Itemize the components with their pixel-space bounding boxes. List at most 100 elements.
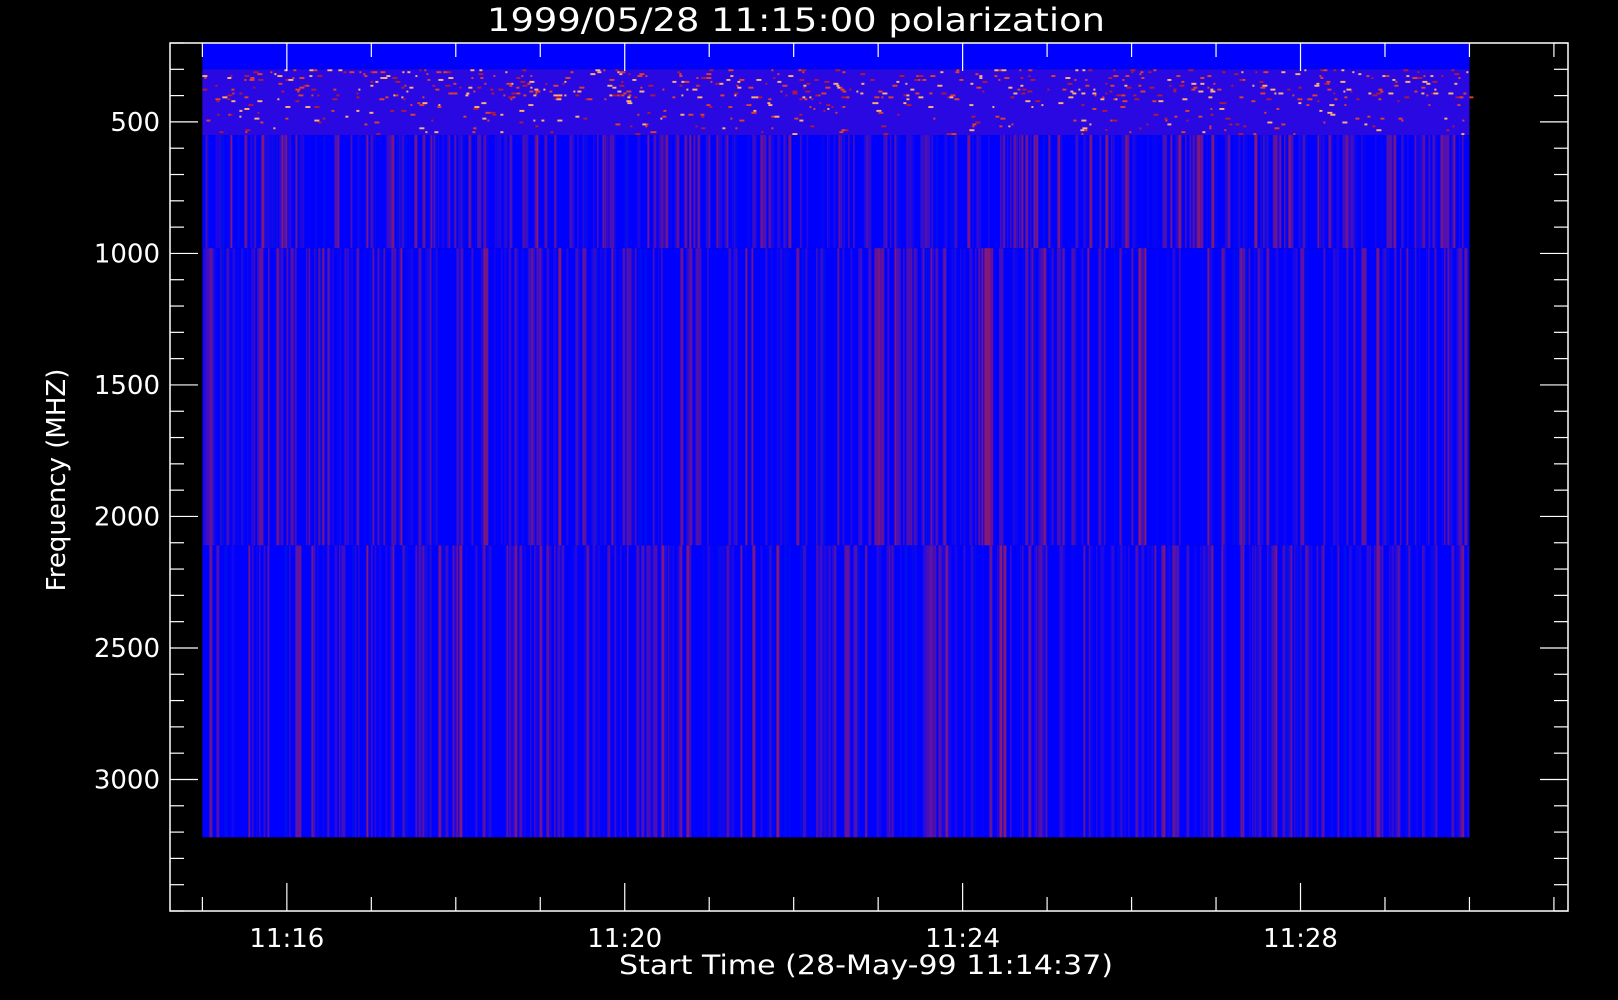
heatmap-speckle — [1319, 109, 1323, 112]
heatmap-stripe — [1406, 248, 1409, 546]
heatmap-speckle — [1371, 77, 1374, 79]
heatmap-stripe — [1275, 248, 1279, 546]
heatmap-stripe — [1304, 545, 1306, 838]
heatmap-speckle — [1341, 69, 1345, 72]
heatmap-stripe — [967, 135, 971, 249]
heatmap-speckle — [1130, 69, 1136, 72]
heatmap-stripe — [456, 248, 460, 546]
heatmap-speckle — [706, 77, 712, 79]
heatmap-stripe — [1323, 545, 1325, 838]
heatmap-speckle — [1001, 69, 1007, 72]
heatmap-speckle — [861, 82, 865, 85]
heatmap-speckle — [258, 78, 264, 81]
heatmap-stripe — [1410, 248, 1412, 546]
heatmap-speckle — [1078, 88, 1081, 91]
heatmap-speckle — [1266, 98, 1272, 101]
heatmap-speckle — [379, 98, 385, 101]
heatmap-stripe — [653, 545, 657, 838]
heatmap-speckle — [1102, 109, 1108, 112]
heatmap-stripe — [461, 135, 463, 249]
heatmap-speckle — [215, 84, 218, 87]
heatmap-speckle — [1222, 71, 1226, 74]
heatmap-stripe — [1386, 248, 1390, 546]
heatmap-speckle — [951, 133, 957, 136]
heatmap-stripe — [801, 135, 803, 249]
heatmap-stripe — [1033, 248, 1035, 546]
heatmap-speckle — [929, 92, 933, 95]
heatmap-speckle — [881, 125, 887, 128]
heatmap-speckle — [1385, 75, 1390, 78]
heatmap-stripe — [953, 248, 955, 546]
heatmap-speckle — [257, 73, 263, 76]
heatmap-speckle — [1394, 84, 1399, 87]
heatmap-speckle — [941, 92, 947, 95]
heatmap-stripe — [350, 248, 354, 546]
heatmap-speckle — [1174, 115, 1178, 118]
heatmap-speckle — [338, 69, 343, 72]
heatmap-stripe — [788, 545, 791, 838]
heatmap-stripe — [717, 545, 720, 838]
heatmap-stripe — [475, 135, 477, 249]
heatmap-speckle — [1120, 106, 1126, 108]
heatmap-speckle — [472, 131, 476, 134]
heatmap-stripe — [838, 135, 841, 249]
heatmap-speckle — [1191, 82, 1197, 85]
heatmap-speckle — [1358, 73, 1362, 76]
heatmap-speckle — [883, 133, 889, 136]
heatmap-stripe — [800, 545, 804, 838]
heatmap-stripe — [837, 248, 840, 546]
heatmap-stripe — [1072, 545, 1075, 838]
heatmap-speckle — [1140, 71, 1144, 74]
heatmap-stripe — [923, 248, 925, 546]
heatmap-speckle — [248, 104, 254, 107]
heatmap-speckle — [928, 106, 934, 108]
heatmap-stripe — [1013, 135, 1017, 249]
heatmap-speckle — [1008, 125, 1011, 128]
heatmap-stripe — [1064, 248, 1066, 546]
heatmap-stripe — [695, 248, 697, 546]
heatmap-stripe — [1353, 248, 1356, 546]
heatmap-stripe — [264, 135, 268, 249]
heatmap-stripe — [322, 248, 325, 546]
heatmap-stripe — [221, 248, 225, 546]
heatmap-speckle — [794, 117, 799, 120]
heatmap-stripe — [718, 135, 721, 249]
heatmap-speckle — [1084, 129, 1088, 132]
heatmap-stripe — [445, 545, 449, 838]
heatmap-speckle — [720, 94, 725, 97]
heatmap-stripe — [314, 248, 316, 546]
heatmap-stripe — [1405, 248, 1407, 546]
heatmap-stripe — [710, 545, 713, 838]
heatmap-stripe — [1002, 135, 1006, 249]
heatmap-speckle — [1388, 92, 1394, 95]
heatmap-speckle — [1441, 75, 1444, 78]
heatmap-stripe — [344, 248, 347, 546]
heatmap-stripe — [915, 545, 917, 838]
heatmap-speckle — [1173, 88, 1177, 91]
heatmap-stripe — [981, 248, 984, 546]
heatmap-speckle — [535, 125, 539, 128]
heatmap-stripe — [285, 135, 288, 249]
heatmap-stripe — [693, 135, 696, 249]
heatmap-stripe — [1298, 135, 1302, 249]
heatmap-speckle — [277, 98, 280, 101]
heatmap-speckle — [557, 119, 563, 122]
heatmap-stripe — [1422, 135, 1424, 249]
heatmap-speckle — [809, 96, 812, 99]
heatmap-stripe — [405, 248, 409, 546]
heatmap-stripe — [377, 248, 380, 546]
heatmap-stripe — [1428, 135, 1431, 249]
heatmap-stripe — [1205, 545, 1209, 838]
heatmap-stripe — [1141, 248, 1145, 546]
heatmap-speckle — [480, 77, 484, 79]
heatmap-stripe — [923, 545, 927, 838]
heatmap-stripe — [508, 248, 512, 546]
heatmap-stripe — [1083, 135, 1086, 249]
heatmap-stripe — [733, 248, 737, 546]
heatmap-stripe — [1447, 248, 1450, 546]
heatmap-stripe — [1306, 248, 1310, 546]
heatmap-speckle — [881, 96, 884, 99]
heatmap-stripe — [929, 545, 933, 838]
heatmap-speckle — [1444, 117, 1448, 120]
heatmap-stripe — [997, 545, 999, 838]
